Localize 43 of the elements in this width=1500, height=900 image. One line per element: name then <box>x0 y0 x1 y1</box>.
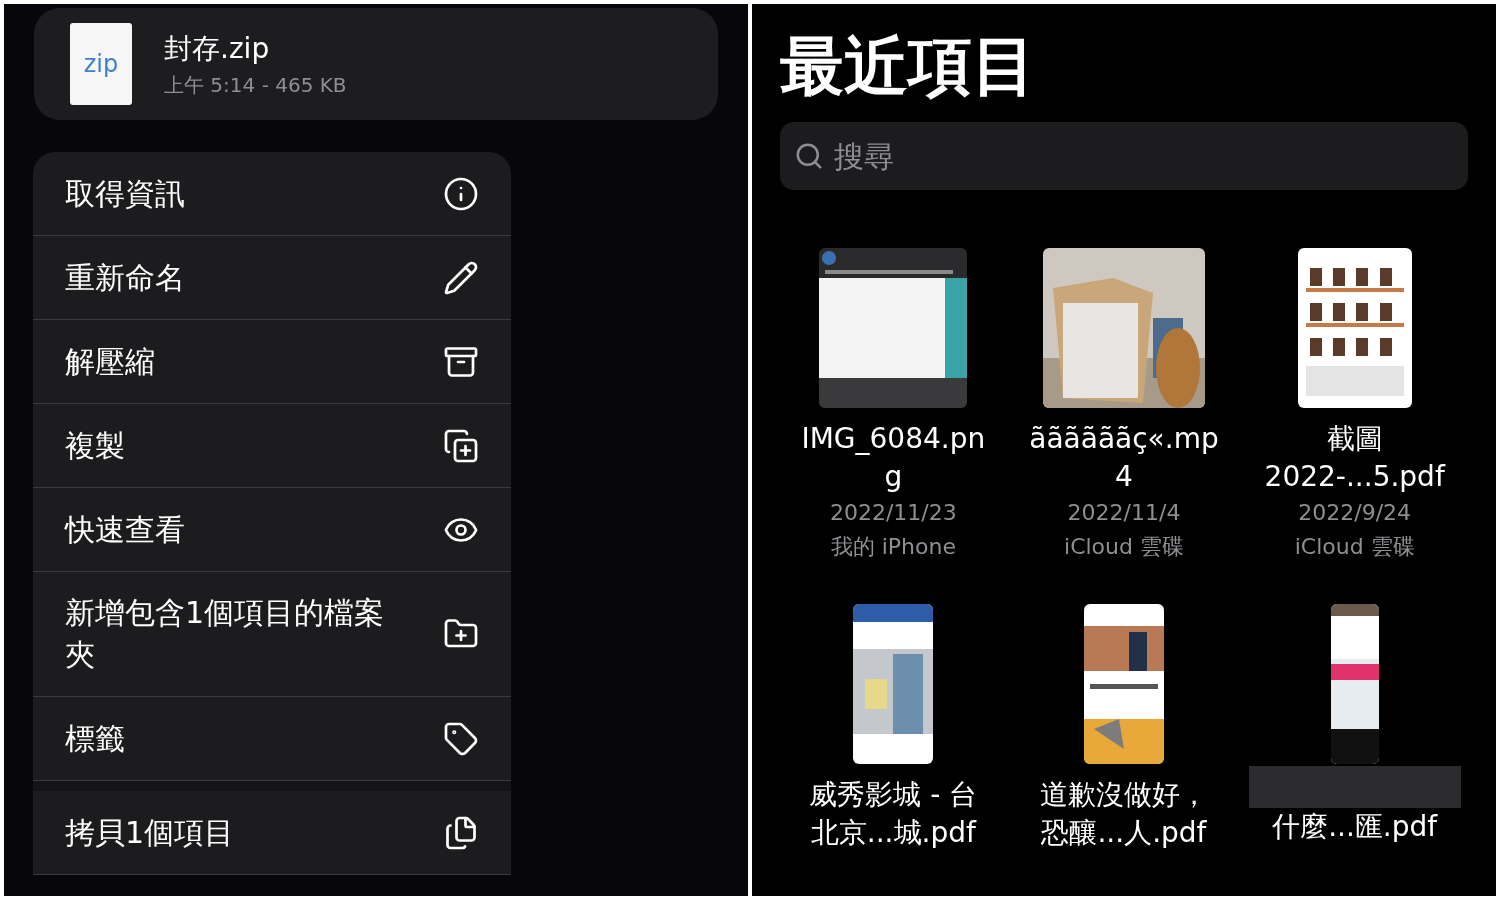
file-tile[interactable]: 什麼...匯.pdf <box>1241 604 1468 852</box>
menu-item[interactable]: 標籤 <box>33 697 511 781</box>
menu-item[interactable]: 新增包含1個項目的檔案夾 <box>33 572 511 697</box>
info-icon <box>443 175 479 212</box>
file-tile[interactable]: IMG_6084.pn g 2022/11/23 我的 iPhone <box>780 248 1007 564</box>
tag-icon <box>443 720 479 757</box>
menu-item[interactable]: 重新命名 <box>33 236 511 320</box>
file-tile[interactable]: 截圖 2022-...5.pdf 2022/9/24 iCloud 雲碟 <box>1241 248 1468 564</box>
menu-item[interactable]: 拷貝1個項目 <box>33 791 511 875</box>
file-meta: 上午 5:14 - 465 KB <box>164 72 347 99</box>
file-name: 2022-...5.pdf <box>1264 459 1445 495</box>
file-tile[interactable]: 威秀影城 - 台 北京...城.pdf <box>780 604 1007 852</box>
file-date: 2022/11/23 <box>829 499 957 527</box>
menu-item[interactable]: 複製 <box>33 404 511 488</box>
file-tile[interactable]: ããããããç«.mp 4 2022/11/4 iCloud 雲碟 <box>1010 248 1238 564</box>
file-name: 道歉沒做好， <box>1040 777 1208 813</box>
menu-item[interactable]: 快速查看 <box>33 488 511 572</box>
page-title: 最近項目 <box>780 28 1037 105</box>
menu-item[interactable]: 取得資訊 <box>33 152 511 236</box>
file-date: 2022/11/4 <box>1067 499 1181 527</box>
file-name: 威秀影城 - 台 <box>809 777 978 813</box>
file-location: iCloud 雲碟 <box>1064 533 1184 561</box>
menu-item[interactable]: 解壓縮 <box>33 320 511 404</box>
file-name: 什麼...匯.pdf <box>1272 809 1438 845</box>
file-date: 2022/9/24 <box>1298 499 1412 527</box>
documents-icon <box>443 814 479 851</box>
file-name: 封存.zip <box>164 31 271 67</box>
file-name: IMG_6084.pn <box>801 421 986 457</box>
file-location: 我的 iPhone <box>830 533 956 561</box>
file-tile[interactable]: 道歉沒做好， 恐釀...人.pdf <box>1010 604 1238 852</box>
file-name: g <box>884 459 903 495</box>
pencil-icon <box>443 259 479 296</box>
zip-file-icon: zip <box>70 23 132 105</box>
file-name: 4 <box>1115 459 1133 495</box>
file-location: iCloud 雲碟 <box>1294 533 1415 561</box>
file-name: 恐釀...人.pdf <box>1041 815 1207 851</box>
search-icon <box>794 140 825 172</box>
file-name: 北京...城.pdf <box>810 815 976 851</box>
search-field[interactable]: 搜尋 <box>780 122 1468 190</box>
duplicate-icon <box>443 427 479 464</box>
search-input[interactable]: 搜尋 <box>834 133 1454 179</box>
file-name: 截圖 <box>1326 421 1383 457</box>
file-name: ããããããç«.mp <box>1029 421 1219 457</box>
